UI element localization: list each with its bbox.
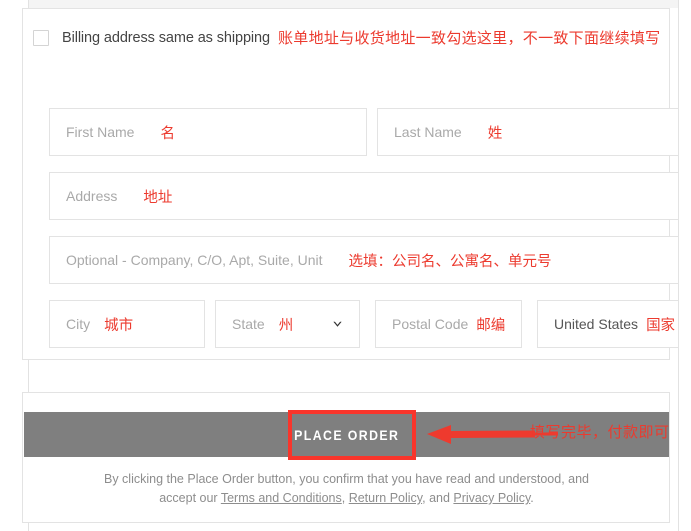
legal-line-1: By clicking the Place Order button, you … bbox=[103, 472, 589, 486]
annotation-place-order-text: 填写完毕，付款即可 bbox=[530, 424, 670, 441]
legal-line-2-prefix: accept our bbox=[159, 491, 221, 505]
state-select[interactable]: State 州 bbox=[215, 300, 360, 348]
legal-sep-2: , and bbox=[422, 491, 454, 505]
state-placeholder: State bbox=[232, 316, 265, 332]
billing-same-as-shipping-row[interactable]: Billing address same as shipping 账单地址与收货… bbox=[33, 27, 661, 48]
billing-same-label: Billing address same as shipping bbox=[62, 29, 270, 46]
annotation-billing-same: 账单地址与收货地址一致勾选这里，不一致下面继续填写 bbox=[277, 30, 661, 47]
annotation-city: 城市 bbox=[104, 317, 134, 334]
billing-same-checkbox[interactable] bbox=[33, 29, 49, 46]
privacy-policy-link[interactable]: Privacy Policy bbox=[453, 491, 530, 505]
first-name-field[interactable]: First Name 名 bbox=[49, 108, 367, 156]
address-line2-placeholder: Optional - Company, C/O, Apt, Suite, Uni… bbox=[66, 252, 323, 268]
country-field[interactable]: United States 国家 bbox=[537, 300, 679, 348]
place-order-button-label: PLACE ORDER bbox=[293, 426, 400, 443]
annotation-country: 国家 bbox=[646, 317, 676, 334]
checkout-page: Billing address same as shipping 账单地址与收货… bbox=[0, 0, 691, 531]
annotation-postal-code: 邮编 bbox=[476, 317, 506, 334]
country-value: United States bbox=[554, 316, 639, 332]
city-field[interactable]: City 城市 bbox=[49, 300, 205, 348]
address-placeholder: Address bbox=[66, 188, 118, 204]
legal-disclaimer: By clicking the Place Order button, you … bbox=[24, 470, 669, 508]
last-name-field[interactable]: Last Name 姓 bbox=[377, 108, 679, 156]
city-placeholder: City bbox=[66, 316, 91, 332]
annotation-address: 地址 bbox=[143, 189, 173, 206]
postal-code-placeholder: Postal Code bbox=[392, 316, 469, 332]
annotation-state: 州 bbox=[278, 317, 294, 334]
first-name-placeholder: First Name bbox=[66, 124, 135, 140]
address-line2-field[interactable]: Optional - Company, C/O, Apt, Suite, Uni… bbox=[49, 236, 679, 284]
page-top-strip bbox=[28, 0, 679, 8]
legal-period: . bbox=[530, 491, 534, 505]
last-name-placeholder: Last Name bbox=[394, 124, 462, 140]
terms-and-conditions-link[interactable]: Terms and Conditions bbox=[221, 491, 342, 505]
chevron-down-icon[interactable] bbox=[332, 319, 343, 330]
annotation-first-name: 名 bbox=[160, 125, 175, 142]
return-policy-link[interactable]: Return Policy bbox=[349, 491, 422, 505]
legal-sep-1: , bbox=[341, 491, 349, 505]
address-field[interactable]: Address 地址 bbox=[49, 172, 679, 220]
annotation-last-name: 姓 bbox=[487, 125, 503, 142]
billing-address-card: Billing address same as shipping 账单地址与收货… bbox=[22, 8, 679, 360]
annotation-address-line2: 选填：公司名、公寓名、单元号 bbox=[348, 253, 552, 270]
postal-code-field[interactable]: Postal Code 邮编 bbox=[375, 300, 522, 348]
